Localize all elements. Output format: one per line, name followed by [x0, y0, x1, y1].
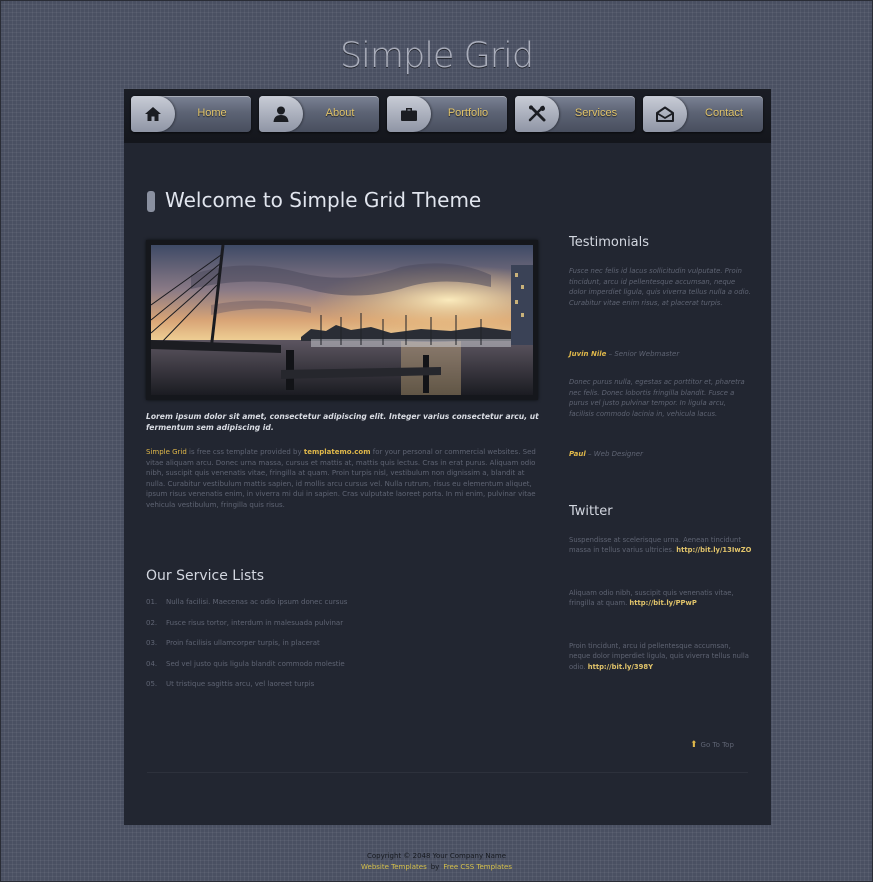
services-heading: Our Service Lists	[146, 568, 265, 584]
testimonial-quote: Donec purus nulla, egestas ac porttitor …	[569, 378, 745, 418]
twitter-heading: Twitter	[569, 504, 613, 519]
intro-text-1: is free css template provided by	[186, 448, 304, 456]
nav-home-button[interactable]: Home	[131, 96, 251, 132]
service-list: 01. Nulla facilisi. Maecenas ac odio ipsu…	[146, 598, 347, 701]
copyright-text: Copyright © 2048 Your Company Name	[366, 852, 507, 860]
tweet-link[interactable]: http://bit.ly/13IwZO	[676, 546, 751, 554]
main-nav: Home About Portfolio Services Contact	[124, 89, 771, 143]
user-icon	[273, 106, 289, 122]
nav-about-label: About	[325, 107, 355, 119]
nav-services-button[interactable]: Services	[515, 96, 635, 132]
nav-contact-button[interactable]: Contact	[643, 96, 763, 132]
site-title[interactable]: Simple Grid	[0, 36, 873, 76]
nav-about-button[interactable]: About	[259, 96, 379, 132]
nav-contact-label: Contact	[705, 107, 743, 119]
tweet-link[interactable]: http://bit.ly/398Y	[588, 663, 653, 671]
content-divider	[147, 772, 748, 773]
hero-image-frame	[146, 240, 538, 400]
home-icon	[145, 107, 161, 121]
go-to-top-link[interactable]: ⬆ Go To Top	[690, 740, 734, 750]
service-item[interactable]: 04. Sed vel justo quis ligula blandit com…	[146, 660, 347, 681]
templatemo-link[interactable]: templatemo.com	[304, 448, 371, 456]
envelope-icon	[656, 106, 674, 122]
testimonial-author: Juvin Nile – Senior Webmaster	[569, 350, 680, 358]
service-item[interactable]: 05. Ut tristique sagittis arcu, vel laore…	[146, 680, 347, 701]
website-templates-link[interactable]: Website Templates	[361, 863, 427, 871]
tweet: Suspendisse at scelerisque urna. Aenean …	[569, 536, 752, 555]
intro-paragraph: Simple Grid is free css template provide…	[146, 447, 544, 510]
tweet-link[interactable]: http://bit.ly/PPwP	[629, 599, 696, 607]
title-accent-bar	[147, 191, 155, 212]
free-css-templates-link[interactable]: Free CSS Templates	[443, 863, 512, 871]
intro-text-2: for your personal or commercial websites…	[146, 448, 536, 509]
tools-icon	[528, 105, 546, 122]
nav-home-label: Home	[197, 107, 227, 119]
brand-link[interactable]: Simple Grid	[146, 448, 187, 456]
harbor-sunset-image	[151, 245, 533, 395]
arrow-up-icon: ⬆	[690, 740, 698, 750]
nav-portfolio-button[interactable]: Portfolio	[387, 96, 507, 132]
service-item[interactable]: 03. Proin facilisis ullamcorper turpis, i…	[146, 639, 347, 660]
image-caption: Lorem ipsum dolor sit amet, consectetur …	[146, 412, 539, 432]
service-item[interactable]: 01. Nulla facilisi. Maecenas ac odio ipsu…	[146, 598, 347, 619]
nav-portfolio-label: Portfolio	[447, 107, 489, 119]
footer-separator: by	[430, 863, 440, 871]
testimonials-heading: Testimonials	[569, 235, 650, 250]
footer-links: Website Templates by Free CSS Templates	[0, 862, 873, 873]
page-title: Welcome to Simple Grid Theme	[165, 188, 482, 212]
tweet: Proin tincidunt, arcu id pellentesque ac…	[569, 642, 749, 671]
service-item[interactable]: 02. Fusce risus tortor, interdum in males…	[146, 619, 347, 640]
nav-services-label: Services	[574, 107, 618, 119]
briefcase-icon	[401, 108, 417, 121]
testimonial-quote: Fusce nec felis id lacus sollicitudin vu…	[569, 267, 751, 307]
footer: Copyright © 2048 Your Company Name Websi…	[0, 851, 873, 873]
testimonial-author: Paul – Web Designer	[569, 450, 643, 458]
tweet: Aliquam odio nibh, suscipit quis venenat…	[569, 589, 734, 608]
